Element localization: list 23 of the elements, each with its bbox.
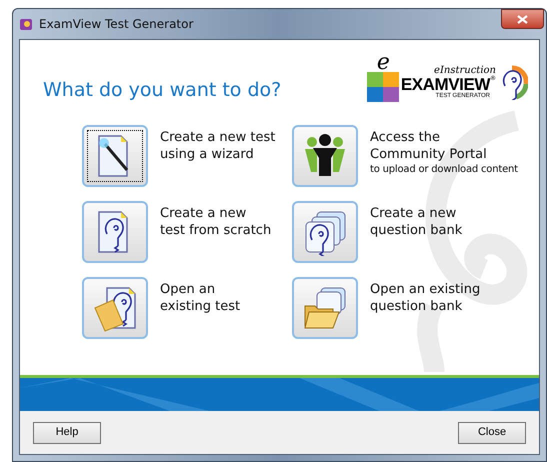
app-icon xyxy=(19,17,33,31)
close-button[interactable]: Close xyxy=(458,422,526,444)
logo-mark: e xyxy=(376,50,390,76)
action-button[interactable] xyxy=(82,200,148,262)
action-label: Open an existing test xyxy=(160,280,240,314)
action-button[interactable] xyxy=(292,124,358,186)
logo-product: EXAMVIEW xyxy=(400,76,490,92)
action-label: Open an existing question bank xyxy=(370,280,480,314)
action-button[interactable] xyxy=(82,124,148,186)
action-label: Create a new test from scratch xyxy=(160,204,272,238)
action-button[interactable] xyxy=(292,200,358,262)
action-note: to upload or download content xyxy=(370,162,518,176)
window-title: ExamView Test Generator xyxy=(39,16,194,33)
action-label: Create a new test using a wizard xyxy=(160,128,276,162)
close-window-button[interactable] xyxy=(501,9,544,29)
action-label: Create a new question bank xyxy=(370,204,462,238)
help-button[interactable]: Help xyxy=(33,422,101,444)
close-icon xyxy=(517,14,528,24)
logo-brand: eInstruction xyxy=(434,66,496,76)
page-heading: What do you want to do? xyxy=(43,78,282,103)
action-label: Access the Community Portal xyxy=(370,128,488,162)
logo-blocks-drawing xyxy=(366,72,399,102)
action-button[interactable] xyxy=(82,276,148,338)
